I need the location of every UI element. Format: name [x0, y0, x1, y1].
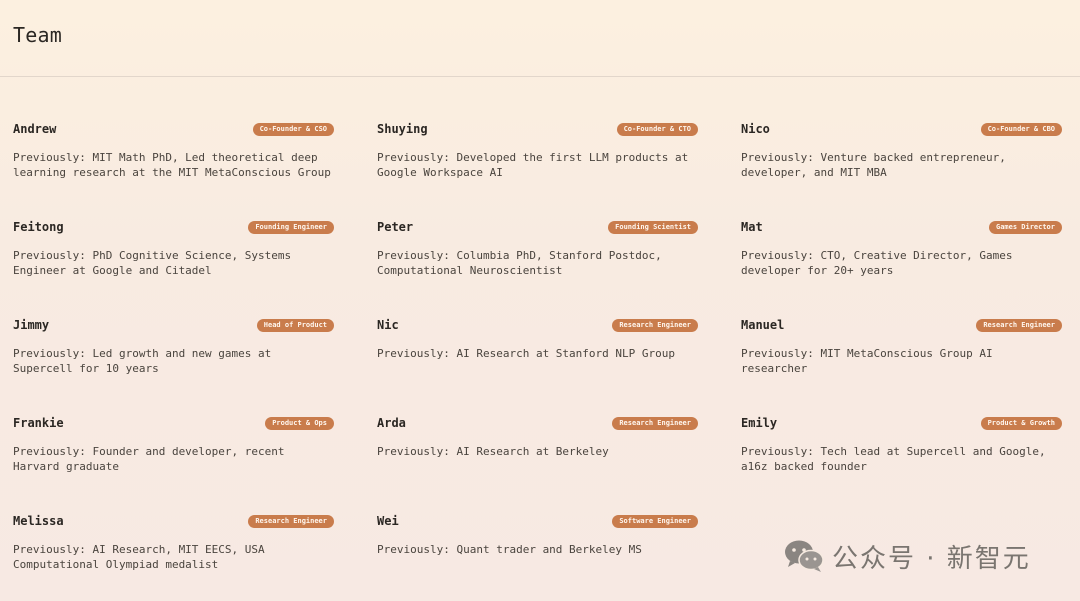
page-title: Team [13, 23, 62, 47]
role-badge: Research Engineer [976, 319, 1062, 332]
member-bio: Previously: Developed the first LLM prod… [377, 151, 689, 179]
member-bio: Previously: AI Research at Stanford NLP … [377, 347, 676, 360]
team-member-card: Emily Product & Growth Previously: Tech … [741, 415, 1062, 495]
role-badge: Head of Product [256, 319, 334, 332]
member-name: Peter [377, 220, 414, 234]
member-bio: Previously: AI Research, MIT EECS, USA C… [13, 543, 265, 571]
member-name: Arda [377, 416, 406, 430]
role-badge: Founding Engineer [248, 221, 334, 234]
member-name: Wei [377, 514, 399, 528]
team-member-card: Peter Founding Scientist Previously: Col… [377, 219, 698, 299]
team-member-card: Andrew Co-Founder & CSO Previously: MIT … [13, 121, 334, 201]
member-name: Jimmy [13, 318, 50, 332]
role-badge: Co-Founder & CSO [252, 123, 334, 136]
role-badge: Research Engineer [612, 417, 698, 430]
member-name: Melissa [13, 514, 64, 528]
role-badge: Co-Founder & CTO [616, 123, 698, 136]
member-bio: Previously: PhD Cognitive Science, Syste… [13, 249, 292, 277]
role-badge: Founding Scientist [608, 221, 698, 234]
team-member-card: Feitong Founding Engineer Previously: Ph… [13, 219, 334, 299]
team-member-card: Nico Co-Founder & CBO Previously: Ventur… [741, 121, 1062, 201]
member-bio: Previously: CTO, Creative Director, Game… [741, 249, 1013, 277]
team-member-card: Nic Research Engineer Previously: AI Res… [377, 317, 698, 397]
team-member-card: Jimmy Head of Product Previously: Led gr… [13, 317, 334, 397]
member-bio: Previously: Quant trader and Berkeley MS [377, 543, 642, 556]
member-bio: Previously: Tech lead at Supercell and G… [741, 445, 1046, 473]
member-name: Shuying [377, 122, 428, 136]
member-name: Emily [741, 416, 778, 430]
page-header: Team [0, 0, 1080, 77]
team-member-card: Manuel Research Engineer Previously: MIT… [741, 317, 1062, 397]
member-name: Nico [741, 122, 770, 136]
team-member-card: Frankie Product & Ops Previously: Founde… [13, 415, 334, 495]
member-name: Mat [741, 220, 763, 234]
member-bio: Previously: AI Research at Berkeley [377, 445, 609, 458]
member-name: Feitong [13, 220, 64, 234]
team-member-card: Mat Games Director Previously: CTO, Crea… [741, 219, 1062, 299]
team-member-card: Arda Research Engineer Previously: AI Re… [377, 415, 698, 495]
member-bio: Previously: MIT MetaConscious Group AI r… [741, 347, 993, 375]
role-badge: Games Director [988, 221, 1062, 234]
role-badge: Product & Growth [980, 417, 1062, 430]
watermark-text: 公众号 · 新智元 [832, 543, 1031, 574]
wechat-icon [785, 540, 824, 572]
role-badge: Software Engineer [612, 515, 698, 528]
member-name: Manuel [741, 318, 785, 332]
role-badge: Research Engineer [248, 515, 334, 528]
member-bio: Previously: MIT Math PhD, Led theoretica… [13, 151, 331, 179]
role-badge: Product & Ops [265, 417, 334, 430]
member-name: Frankie [13, 416, 64, 430]
team-member-card: Wei Software Engineer Previously: Quant … [377, 513, 698, 593]
role-badge: Co-Founder & CBO [980, 123, 1062, 136]
member-name: Nic [377, 318, 399, 332]
wechat-watermark: 公众号 · 新智元 [784, 536, 1031, 576]
member-bio: Previously: Founder and developer, recen… [13, 445, 285, 473]
team-member-card: Melissa Research Engineer Previously: AI… [13, 513, 334, 593]
member-bio: Previously: Led growth and new games at … [13, 347, 272, 375]
member-bio: Previously: Columbia PhD, Stanford Postd… [377, 249, 662, 277]
member-name: Andrew [13, 122, 57, 136]
role-badge: Research Engineer [612, 319, 698, 332]
team-member-card: Shuying Co-Founder & CTO Previously: Dev… [377, 121, 698, 201]
member-bio: Previously: Venture backed entrepreneur,… [741, 151, 1006, 179]
